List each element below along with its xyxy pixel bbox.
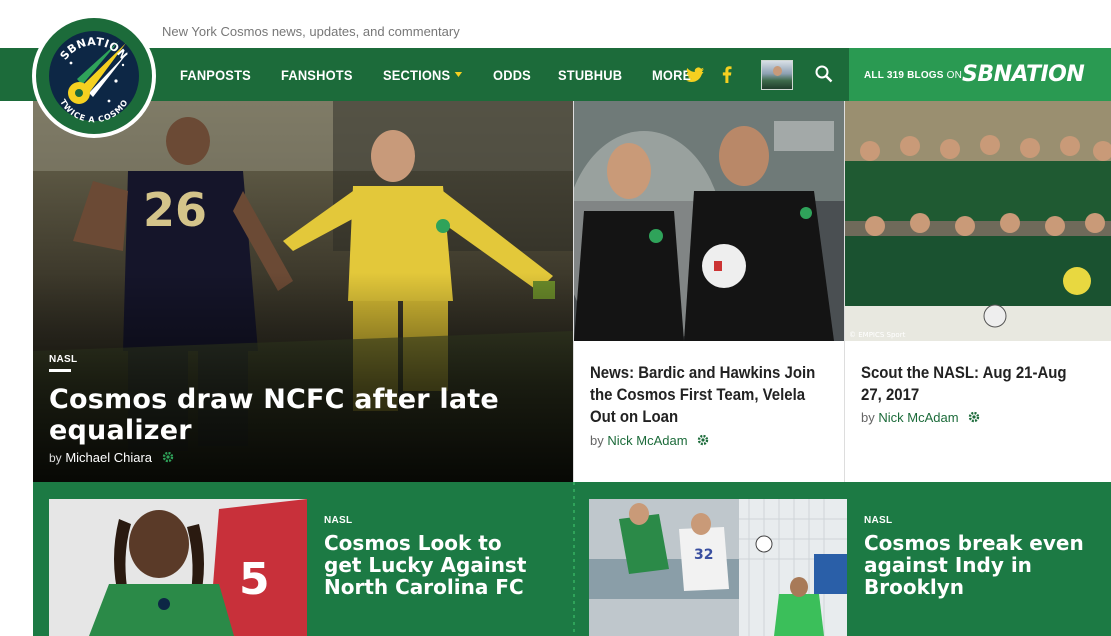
gear-icon (162, 451, 173, 463)
hero-title[interactable]: Cosmos draw NCFC after late equalizer (49, 384, 559, 446)
story-byline: by Nick McAdam (590, 433, 709, 448)
story-photo[interactable]: 5 (49, 499, 307, 636)
story-photo[interactable]: 32 (589, 499, 847, 636)
story-kicker[interactable]: NASL (864, 515, 892, 526)
main-nav: FANPOSTS FANSHOTS SECTIONS ODDS STUBHUB … (180, 48, 732, 101)
story-title[interactable]: News: Bardic and Hawkins Join the Cosmos… (590, 362, 828, 428)
nav-item-fanposts[interactable]: FANPOSTS (180, 67, 251, 83)
story-title[interactable]: Cosmos Look to get Lucky Against North C… (324, 532, 544, 598)
nav-item-odds[interactable]: ODDS (493, 67, 531, 83)
twitter-icon[interactable] (686, 48, 704, 101)
kicker-underline (49, 369, 71, 372)
hero-author[interactable]: Michael Chiara (65, 450, 152, 465)
photo-credit: © EMPICS Sport (849, 331, 906, 339)
chevron-down-icon (454, 72, 463, 77)
story-kicker[interactable]: NASL (324, 515, 352, 526)
nav-item-fanshots[interactable]: FANSHOTS (281, 67, 353, 83)
svg-text:5: 5 (239, 554, 270, 605)
nav-item-stubhub[interactable]: STUBHUB (558, 67, 622, 83)
story-photo (574, 101, 844, 341)
story-author[interactable]: Nick McAdam (607, 433, 687, 448)
gear-icon (697, 434, 709, 446)
sbnation-logo[interactable]: SBNATION (962, 62, 1085, 87)
story-byline: by Nick McAdam (861, 410, 980, 425)
nav-item-sections[interactable]: SECTIONS (383, 67, 463, 83)
site-tagline: New York Cosmos news, updates, and comme… (162, 24, 460, 39)
hero-kicker[interactable]: NASL (49, 354, 77, 365)
facebook-icon[interactable] (722, 48, 732, 101)
gear-icon (968, 411, 980, 423)
user-avatar[interactable] (761, 60, 793, 90)
column-divider (573, 482, 575, 636)
story-card[interactable]: © EMPICS Sport Scout the NASL: Aug 21-Au… (844, 101, 1111, 482)
story-title[interactable]: Scout the NASL: Aug 21-Aug 27, 2017 (861, 362, 1081, 406)
site-logo[interactable]: SBNATION TWICE A COSMO (31, 13, 157, 139)
hero-byline: by Michael Chiara (49, 450, 174, 465)
story-author[interactable]: Nick McAdam (878, 410, 958, 425)
search-icon[interactable] (815, 65, 833, 83)
story-card[interactable]: News: Bardic and Hawkins Join the Cosmos… (573, 101, 844, 482)
svg-text:32: 32 (694, 547, 713, 563)
all-blogs-link[interactable]: ALL 319 BLOGS ON (864, 70, 962, 81)
story-title[interactable]: Cosmos break even against Indy in Brookl… (864, 532, 1099, 598)
story-photo: © EMPICS Sport (845, 101, 1111, 341)
hero-story[interactable]: 26 NASL Cosmos draw NCFC after late equa… (33, 101, 573, 482)
